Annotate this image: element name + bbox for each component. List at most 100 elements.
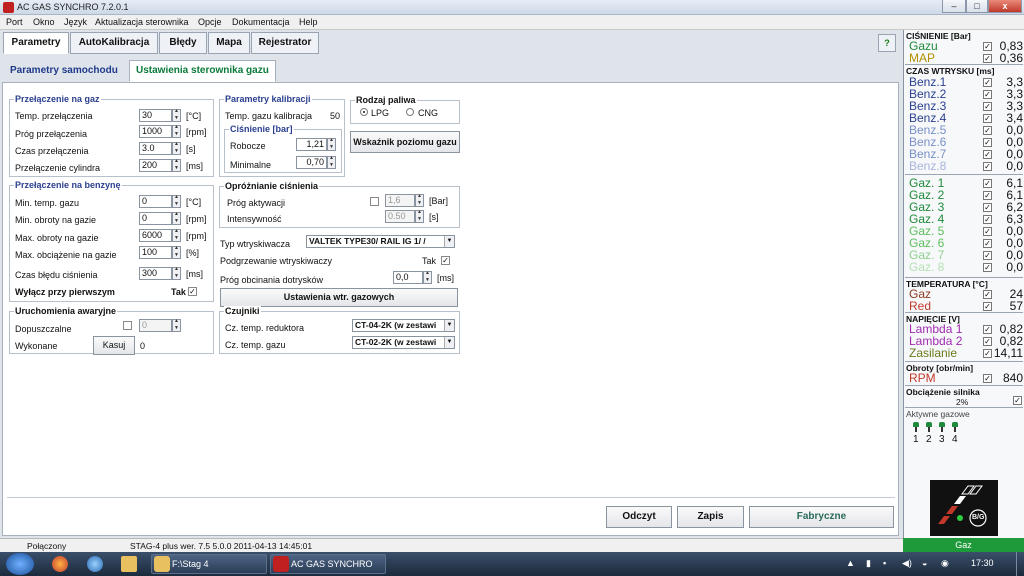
- clock[interactable]: 17:30: [971, 558, 994, 568]
- tray-app-icon[interactable]: ▪: [883, 558, 886, 568]
- tab-rejestrator[interactable]: Rejestrator: [251, 32, 319, 54]
- rpm-checkbox[interactable]: ✓: [983, 374, 992, 383]
- reducer-sensor-select[interactable]: CT-04-2K (w zestawi ▼: [352, 319, 455, 332]
- benz-checkbox[interactable]: ✓: [983, 150, 992, 159]
- subtab-gas-controller[interactable]: Ustawienia sterownika gazu: [129, 60, 276, 82]
- gaz-checkbox[interactable]: ✓: [983, 191, 992, 200]
- menu-dokumentacja[interactable]: Dokumentacja: [232, 17, 290, 27]
- allowed-input[interactable]: 0: [139, 319, 172, 332]
- speaker-icon[interactable]: ◉: [941, 558, 949, 569]
- max-rpm-input[interactable]: 6000: [139, 229, 172, 242]
- gaz-checkbox[interactable]: ✓: [983, 203, 992, 212]
- minimal-pressure-input[interactable]: 0,70: [296, 156, 327, 169]
- switch-time-input[interactable]: 3.0: [139, 142, 172, 155]
- release-threshold-input[interactable]: 1,6: [385, 194, 415, 207]
- gaz-checkbox[interactable]: ✓: [983, 215, 992, 224]
- volume-icon[interactable]: ◀): [902, 558, 912, 569]
- show-desktop-button[interactable]: [1016, 552, 1024, 576]
- cylinder-switch-spinner[interactable]: [172, 158, 181, 172]
- working-pressure-input[interactable]: 1,21: [296, 138, 327, 151]
- max-load-input[interactable]: 100: [139, 246, 172, 259]
- voltage-checkbox[interactable]: ✓: [983, 325, 992, 334]
- gaz-checkbox[interactable]: ✓: [983, 179, 992, 188]
- benz-checkbox[interactable]: ✓: [983, 90, 992, 99]
- max-rpm-spinner[interactable]: [172, 228, 181, 242]
- menu-port[interactable]: Port: [6, 17, 23, 27]
- switch-threshold-spinner[interactable]: [172, 124, 181, 138]
- min-gas-temp-input[interactable]: 0: [139, 195, 172, 208]
- gaz-checkbox[interactable]: ✓: [983, 239, 992, 248]
- menu-jezyk[interactable]: Język: [64, 17, 87, 27]
- switch-threshold-input[interactable]: 1000: [139, 125, 172, 138]
- cutoff-spinner[interactable]: [423, 270, 432, 284]
- switch-temp-input[interactable]: 30: [139, 109, 172, 122]
- switch-temp-spinner[interactable]: [172, 108, 181, 122]
- max-load-spinner[interactable]: [172, 245, 181, 259]
- cutoff-input[interactable]: 0,0: [393, 271, 423, 284]
- release-enable-checkbox[interactable]: [370, 197, 379, 206]
- save-button[interactable]: Zapis: [677, 506, 744, 528]
- benz-checkbox[interactable]: ✓: [983, 114, 992, 123]
- reset-button[interactable]: Kasuj: [93, 336, 135, 355]
- taskbar-item-folder[interactable]: F:\Stag 4: [151, 554, 267, 574]
- tab-parametry[interactable]: Parametry: [3, 32, 69, 54]
- gaz-checkbox[interactable]: ✓: [983, 227, 992, 236]
- gas-gauge-button[interactable]: Wskaźnik poziomu gazu: [350, 131, 460, 153]
- release-threshold-spinner[interactable]: [415, 193, 424, 207]
- engine-load-checkbox[interactable]: ✓: [1013, 396, 1022, 405]
- taskbar-item-app[interactable]: AC GAS SYNCHRO: [270, 554, 386, 574]
- firefox-icon[interactable]: [52, 556, 68, 572]
- release-intensity-spinner[interactable]: [415, 209, 424, 223]
- benz-checkbox[interactable]: ✓: [983, 78, 992, 87]
- injector-type-select[interactable]: VALTEK TYPE30/ RAIL IG 1/ / ▼: [306, 235, 455, 248]
- minimal-pressure-spinner[interactable]: [327, 155, 336, 169]
- working-pressure-spinner[interactable]: [327, 137, 336, 151]
- menu-opcje[interactable]: Opcje: [198, 17, 222, 27]
- temperature-checkbox[interactable]: ✓: [983, 290, 992, 299]
- disable-first-checkbox[interactable]: ✓: [188, 287, 197, 296]
- gaz-checkbox[interactable]: ✓: [983, 263, 992, 272]
- benz-checkbox[interactable]: ✓: [983, 126, 992, 135]
- allowed-checkbox[interactable]: [123, 321, 132, 330]
- cng-radio[interactable]: [406, 108, 414, 116]
- min-gas-temp-spinner[interactable]: [172, 194, 181, 208]
- pressure-error-input[interactable]: 300: [139, 267, 172, 280]
- help-button[interactable]: ?: [878, 34, 896, 52]
- lpg-radio[interactable]: [360, 108, 368, 116]
- min-rpm-spinner[interactable]: [172, 211, 181, 225]
- switch-time-spinner[interactable]: [172, 141, 181, 155]
- tab-bledy[interactable]: Błędy: [159, 32, 207, 54]
- pressure-checkbox[interactable]: ✓: [983, 54, 992, 63]
- injector-settings-button[interactable]: Ustawienia wtr. gazowych: [220, 288, 458, 307]
- cylinder-switch-input[interactable]: 200: [139, 159, 172, 172]
- factory-button[interactable]: Fabryczne: [749, 506, 894, 528]
- battery-icon[interactable]: ▮: [866, 558, 871, 569]
- close-button[interactable]: x: [988, 0, 1022, 13]
- tray-arrow-icon[interactable]: ▲: [846, 558, 855, 568]
- benz-checkbox[interactable]: ✓: [983, 138, 992, 147]
- network-icon[interactable]: ◒: [922, 558, 927, 568]
- min-rpm-input[interactable]: 0: [139, 212, 172, 225]
- menu-okno[interactable]: Okno: [33, 17, 55, 27]
- media-player-icon[interactable]: [87, 556, 103, 572]
- menu-aktualizacja[interactable]: Aktualizacja sterownika: [95, 17, 189, 27]
- gaz-checkbox[interactable]: ✓: [983, 251, 992, 260]
- pressure-checkbox[interactable]: ✓: [983, 42, 992, 51]
- subtab-car-params[interactable]: Parametry samochodu: [3, 60, 125, 82]
- maximize-button[interactable]: □: [966, 0, 988, 13]
- read-button[interactable]: Odczyt: [606, 506, 672, 528]
- benz-checkbox[interactable]: ✓: [983, 162, 992, 171]
- benz-checkbox[interactable]: ✓: [983, 102, 992, 111]
- injector-heating-checkbox[interactable]: ✓: [441, 256, 450, 265]
- menu-help[interactable]: Help: [299, 17, 318, 27]
- voltage-checkbox[interactable]: ✓: [983, 349, 992, 358]
- release-intensity-input[interactable]: 0.50: [385, 210, 415, 223]
- allowed-spinner[interactable]: [172, 318, 181, 332]
- folder-icon[interactable]: [121, 556, 137, 572]
- minimize-button[interactable]: –: [942, 0, 966, 13]
- tab-mapa[interactable]: Mapa: [208, 32, 250, 54]
- temperature-checkbox[interactable]: ✓: [983, 302, 992, 311]
- start-button[interactable]: [6, 553, 34, 575]
- voltage-checkbox[interactable]: ✓: [983, 337, 992, 346]
- tab-autokalibracja[interactable]: AutoKalibracja: [70, 32, 158, 54]
